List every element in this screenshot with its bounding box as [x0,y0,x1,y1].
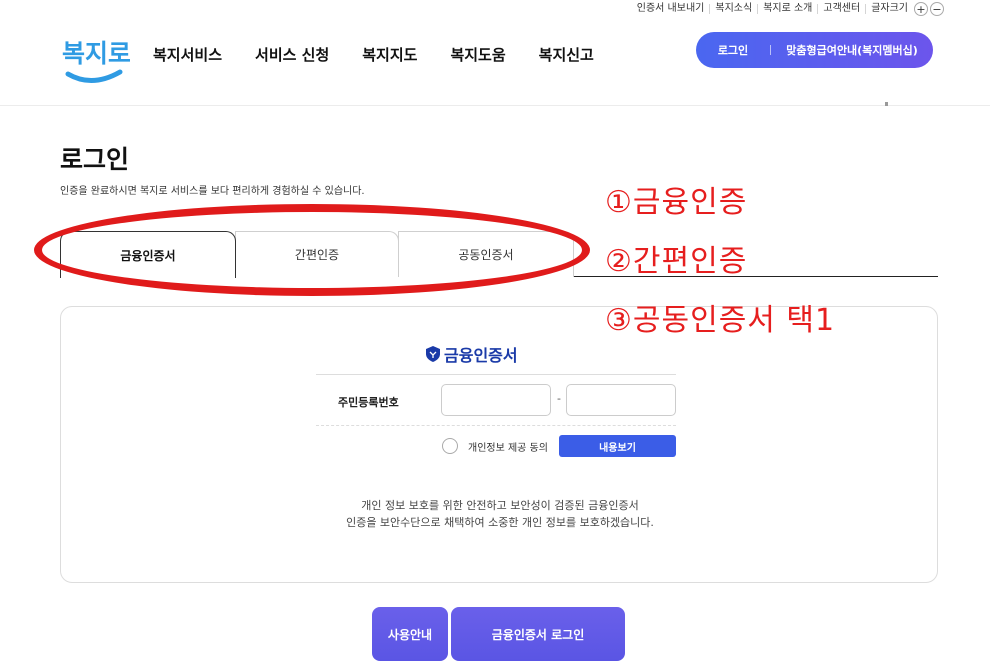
consent-radio[interactable] [442,438,458,454]
page-subtitle: 인증을 완료하시면 복지로 서비스를 보다 편리하게 경험하실 수 있습니다. [60,186,365,197]
login-link[interactable]: 로그인 [696,42,770,58]
rrn-label: 주민등록번호 [338,396,399,409]
export-cert-link[interactable]: 인증서 내보내기 [632,4,710,14]
main-nav: 복지서비스 서비스 신청 복지지도 복지도움 복지신고 [153,44,627,65]
news-link[interactable]: 복지소식 [709,4,757,14]
financial-cert-login-button[interactable]: 금융인증서 로그인 [451,607,625,661]
tab-simple-auth[interactable]: 간편인증 [235,231,399,277]
consent-label: 개인정보 제공 동의 [468,443,548,454]
nav-welfare-help[interactable]: 복지도움 [450,44,505,65]
description-line-1: 개인 정보 보호를 위한 안전하고 보안성이 검증된 금융인증서 [361,499,639,512]
logo-text: 복지로 [62,39,130,68]
page-title: 로그인 [60,145,130,174]
rrn-back-input[interactable] [566,384,676,416]
rrn-row: 주민등록번호 - [316,374,676,426]
usage-guide-button[interactable]: 사용안내 [372,607,448,661]
nav-welfare-map[interactable]: 복지지도 [362,44,417,65]
nav-welfare-service[interactable]: 복지서비스 [153,44,222,65]
welfare-guide-link[interactable]: 맞춤형급여안내(복지멤버십) [771,42,933,58]
login-card: 금융인증서 주민등록번호 - 개인정보 제공 동의 내용보기 개인 정보 보호를… [60,306,938,583]
nav-service-apply[interactable]: 서비스 신청 [255,44,329,65]
rrn-front-input[interactable] [441,384,551,416]
description-line-2: 인증을 보안수단으로 채택하여 소중한 개인 정보를 보호하겠습니다. [346,516,654,529]
nav-welfare-report[interactable]: 복지신고 [539,44,594,65]
header-scroll-grip [885,102,888,106]
utility-bar: 인증서 내보내기 복지소식 복지로 소개 고객센터 글자크기 + − [632,0,944,18]
card-title: 금융인증서 [426,342,518,366]
rrn-dash: - [557,392,561,405]
header: 복지로 복지서비스 서비스 신청 복지지도 복지도움 복지신고 로그인 맞춤형급… [0,20,990,106]
card-title-text: 금융인증서 [444,346,518,365]
annotation-line-3: ③공동인증서 택1 [605,303,836,338]
header-action-pill: 로그인 맞춤형급여안내(복지멤버십) [696,32,933,68]
tab-joint-cert[interactable]: 공동인증서 [398,231,574,277]
shield-icon [426,346,440,362]
tab-financial-cert[interactable]: 금융인증서 [60,231,236,278]
annotation-line-1: ①금융인증 [605,185,748,220]
security-description: 개인 정보 보호를 위한 안전하고 보안성이 검증된 금융인증서 인증을 보안수… [61,497,939,531]
font-size-controls: + − [914,2,944,16]
customer-center-link[interactable]: 고객센터 [817,4,865,14]
view-terms-button[interactable]: 내용보기 [559,435,676,457]
bokjiro-logo[interactable]: 복지로 [60,28,130,88]
zoom-in-button[interactable]: + [914,2,928,16]
zoom-out-button[interactable]: − [930,2,944,16]
about-link[interactable]: 복지로 소개 [757,4,817,14]
annotation-line-2: ②간편인증 [605,244,748,279]
consent-row: 개인정보 제공 동의 내용보기 [316,426,676,468]
font-size-label: 글자크기 [865,4,913,14]
auth-tabs: 금융인증서 간편인증 공동인증서 [60,231,938,278]
logo-smile-stroke [65,69,123,83]
